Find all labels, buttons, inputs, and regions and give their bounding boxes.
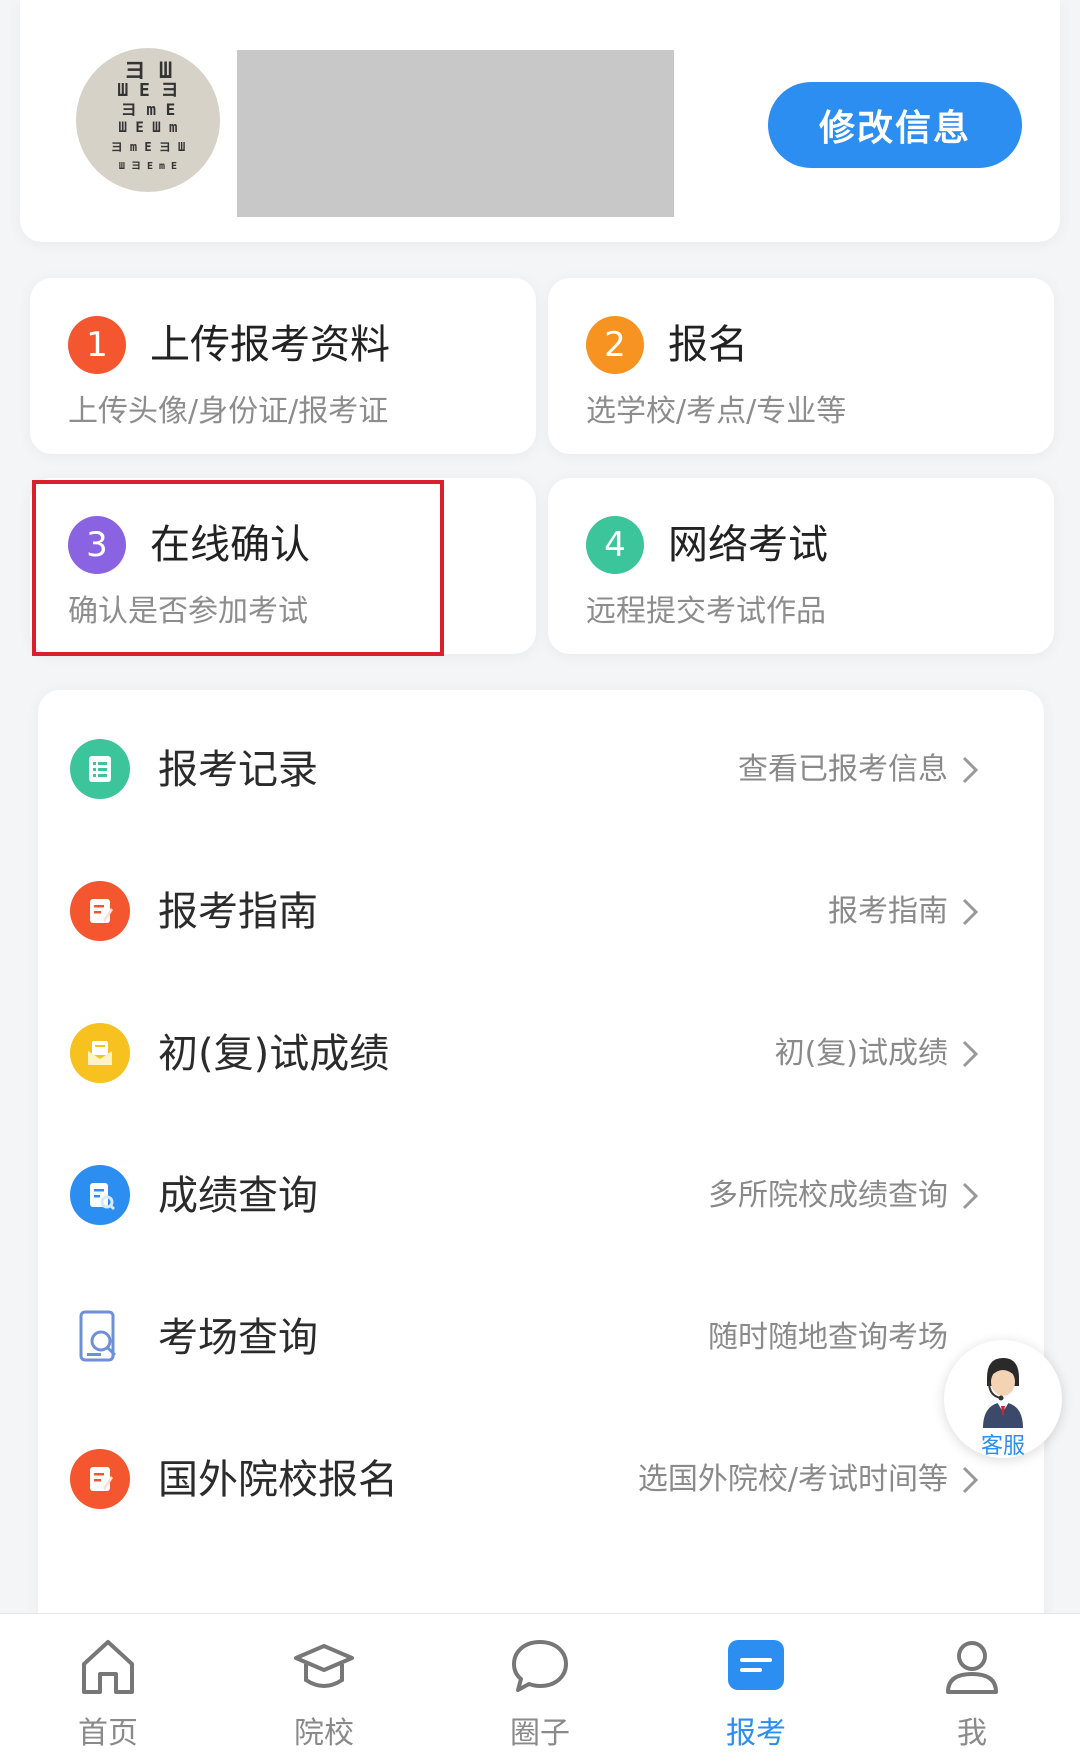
list-item-title: 报考指南	[158, 889, 318, 935]
guide-edit-icon	[70, 881, 130, 941]
list-item-title: 考场查询	[158, 1315, 318, 1361]
step-title: 报名	[668, 322, 748, 368]
list-item-exam-room-query[interactable]: 考场查询 随时随地查询考场	[38, 1258, 1044, 1416]
step-register[interactable]: 2 报名 选学校/考点/专业等	[548, 278, 1054, 454]
list-item-preliminary-score[interactable]: 初(复)试成绩 初(复)试成绩	[38, 974, 1044, 1132]
tab-schools[interactable]: 院校	[216, 1614, 432, 1762]
tab-apply[interactable]: 报考	[648, 1614, 864, 1762]
list-item-apply-records[interactable]: 报考记录 查看已报考信息	[38, 690, 1044, 848]
apply-icon	[728, 1640, 784, 1690]
customer-service-button[interactable]: 客服	[944, 1340, 1062, 1459]
record-list-icon	[70, 739, 130, 799]
foreign-apply-icon	[70, 1449, 130, 1509]
step-number-badge: 2	[586, 316, 644, 374]
step-upload-materials[interactable]: 1 上传报考资料 上传头像/身份证/报考证	[30, 278, 536, 454]
list-item-hint: 选国外院校/考试时间等	[637, 1462, 948, 1497]
tab-label: 圈子	[510, 1716, 570, 1751]
step-subtitle: 上传头像/身份证/报考证	[68, 394, 389, 429]
tab-me[interactable]: 我	[864, 1614, 1080, 1762]
eye-chart-image: ヨ Ш Ш E ヨ ヨ m E Ш E Ш m ヨ m E ヨ Ш Ш ヨ E …	[110, 59, 186, 173]
list-item-title: 报考记录	[158, 747, 318, 793]
tab-label: 首页	[78, 1716, 138, 1751]
tab-home[interactable]: 首页	[0, 1614, 216, 1762]
bottom-tab-bar: 首页 院校 圈子 报考 我	[0, 1613, 1080, 1762]
chat-bubble-icon	[512, 1640, 568, 1692]
step-number-badge: 1	[68, 316, 126, 374]
school-icon	[294, 1644, 354, 1688]
list-item-apply-guide[interactable]: 报考指南 报考指南	[38, 832, 1044, 990]
tab-label: 院校	[294, 1716, 354, 1751]
service-label: 客服	[980, 1434, 1025, 1459]
user-icon	[946, 1641, 998, 1694]
step-title: 网络考试	[668, 522, 828, 568]
chevron-right-icon	[962, 1466, 979, 1494]
profile-card: ヨ Ш Ш E ヨ ヨ m E Ш E Ш m ヨ m E ヨ Ш Ш ヨ E …	[20, 0, 1060, 242]
chevron-right-icon	[962, 898, 979, 926]
redacted-user-info	[237, 50, 674, 217]
service-list: 报考记录 查看已报考信息 报考指南 报考指南 初(复)试成绩 初(复)试成绩 成…	[38, 690, 1044, 1630]
list-item-hint: 查看已报考信息	[738, 752, 948, 787]
tab-label: 报考	[726, 1716, 786, 1751]
home-icon	[82, 1640, 134, 1694]
step-subtitle: 远程提交考试作品	[586, 594, 826, 629]
step-online-exam[interactable]: 4 网络考试 远程提交考试作品	[548, 478, 1054, 654]
step-number-badge: 4	[586, 516, 644, 574]
chevron-right-icon	[962, 756, 979, 784]
avatar[interactable]: ヨ Ш Ш E ヨ ヨ m E Ш E Ш m ヨ m E ヨ Ш Ш ヨ E …	[76, 48, 220, 192]
list-item-title: 国外院校报名	[158, 1457, 398, 1503]
step-title: 上传报考资料	[150, 322, 390, 368]
list-item-score-query[interactable]: 成绩查询 多所院校成绩查询	[38, 1116, 1044, 1274]
chevron-right-icon	[962, 1040, 979, 1068]
list-item-foreign-school-apply[interactable]: 国外院校报名 选国外院校/考试时间等	[38, 1400, 1044, 1558]
list-item-hint: 多所院校成绩查询	[708, 1178, 948, 1213]
edit-info-button[interactable]: 修改信息	[768, 82, 1022, 168]
list-item-hint: 报考指南	[828, 894, 948, 929]
score-envelope-icon	[70, 1023, 130, 1083]
chevron-right-icon	[962, 1182, 979, 1210]
score-search-icon	[70, 1165, 130, 1225]
list-item-hint: 随时随地查询考场	[708, 1320, 948, 1355]
list-item-title: 初(复)试成绩	[158, 1031, 390, 1077]
highlight-box	[32, 480, 444, 656]
exam-room-search-icon	[70, 1307, 130, 1367]
tab-circle[interactable]: 圈子	[432, 1614, 648, 1762]
tab-label: 我	[957, 1716, 987, 1751]
step-subtitle: 选学校/考点/专业等	[586, 394, 847, 429]
service-agent-icon	[983, 1358, 1023, 1428]
list-item-hint: 初(复)试成绩	[774, 1036, 948, 1071]
list-item-title: 成绩查询	[158, 1173, 318, 1219]
